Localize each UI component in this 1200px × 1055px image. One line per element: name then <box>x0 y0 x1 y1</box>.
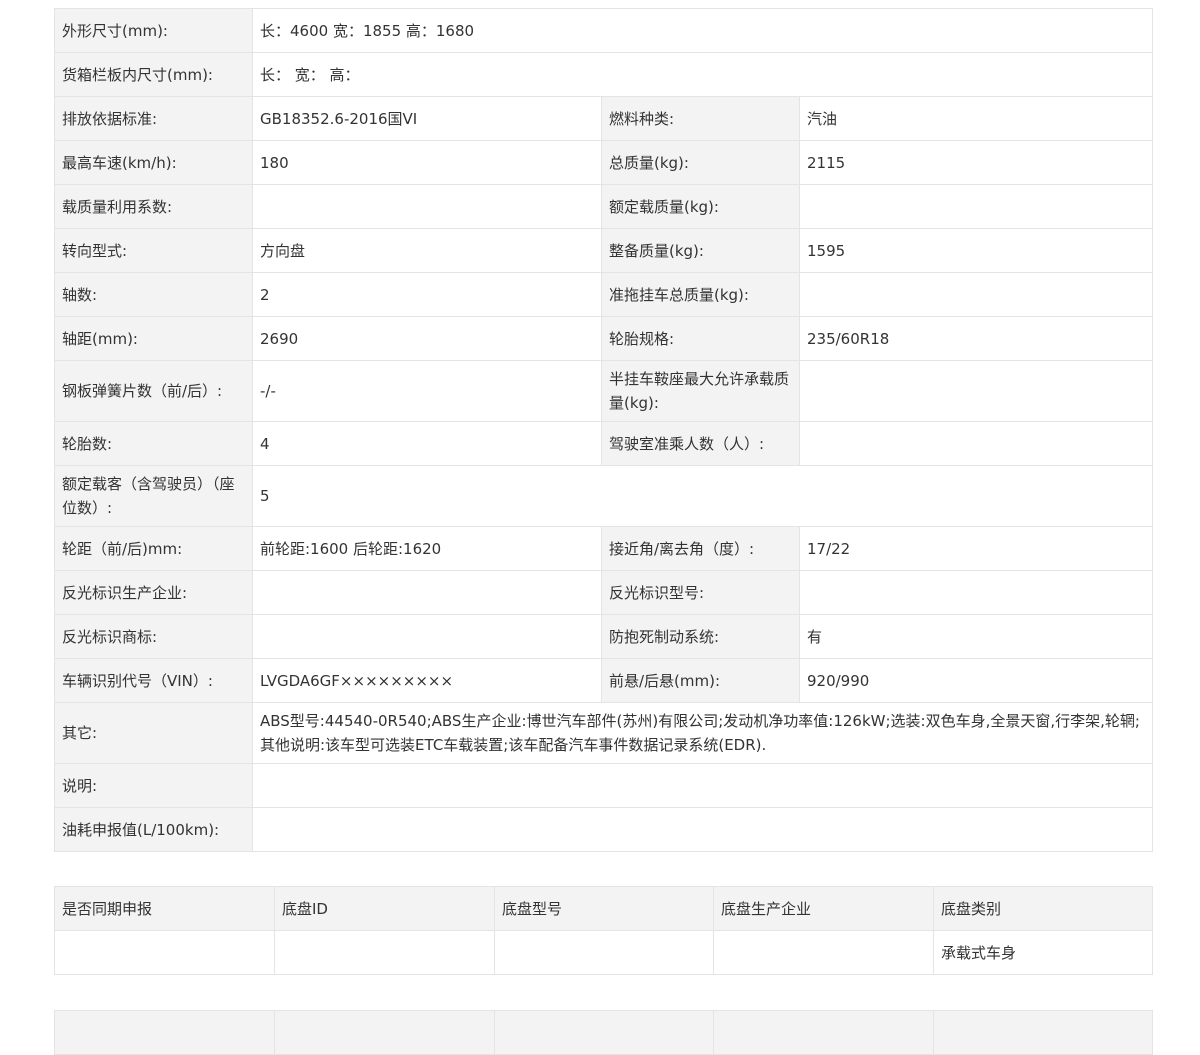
spec-value: 235/60R18 <box>798 316 1154 361</box>
table-cell <box>713 930 934 975</box>
spec-label: 载质量利用系数: <box>54 184 253 229</box>
table-row: 转向型式: 方向盘 整备质量(kg): 1595 <box>54 228 1154 273</box>
table-row: 货箱栏板内尺寸(mm): 长： 宽： 高： <box>54 52 1154 97</box>
spec-value: 2690 <box>252 316 602 361</box>
spec-label: 燃料种类: <box>601 96 800 141</box>
spec-label: 排放依据标准: <box>54 96 253 141</box>
spec-value <box>798 570 1154 615</box>
spec-value: ABS型号:44540-0R540;ABS生产企业:博世汽车部件(苏州)有限公司… <box>251 702 1154 764</box>
table-row: 反光标识商标: 防抱死制动系统: 有 <box>54 614 1154 659</box>
spec-label: 轴距(mm): <box>54 316 253 361</box>
spec-value: 180 <box>252 140 602 185</box>
spec-label: 最高车速(km/h): <box>54 140 253 185</box>
spec-value: 长： 宽： 高： <box>251 52 1154 97</box>
spec-label: 钢板弹簧片数（前/后）: <box>54 360 253 422</box>
table-row: 轴数: 2 准拖挂车总质量(kg): <box>54 272 1154 317</box>
spec-label: 接近角/离去角（度）: <box>601 526 800 571</box>
spec-label: 防抱死制动系统: <box>601 614 800 659</box>
table-row: 额定载客（含驾驶员）（座位数）: 5 <box>54 465 1154 527</box>
table-header-row <box>54 1010 1153 1055</box>
spec-value <box>252 570 602 615</box>
table-cell <box>274 930 495 975</box>
table-row: 反光标识生产企业: 反光标识型号: <box>54 570 1154 615</box>
spec-value: 4 <box>252 421 602 466</box>
spec-label: 轮距（前/后)mm: <box>54 526 253 571</box>
column-header <box>933 1010 1153 1055</box>
table-cell: 承载式车身 <box>933 930 1153 975</box>
table-row: 外形尺寸(mm): 长：4600 宽：1855 高：1680 <box>54 8 1154 53</box>
table-row: 其它: ABS型号:44540-0R540;ABS生产企业:博世汽车部件(苏州)… <box>54 702 1154 764</box>
spec-label: 车辆识别代号（VIN）: <box>54 658 253 703</box>
spec-value <box>251 807 1154 852</box>
spec-value <box>251 763 1154 808</box>
spec-value <box>798 421 1154 466</box>
spec-label: 其它: <box>54 702 253 764</box>
spec-label: 轮胎数: <box>54 421 253 466</box>
spec-value <box>798 360 1154 422</box>
spec-table: 外形尺寸(mm): 长：4600 宽：1855 高：1680 货箱栏板内尺寸(m… <box>54 8 1154 852</box>
spec-value <box>798 272 1154 317</box>
spec-value: 1595 <box>798 228 1154 273</box>
table-row: 轮距（前/后)mm: 前轮距:1600 后轮距:1620 接近角/离去角（度）:… <box>54 526 1154 571</box>
next-table-header <box>54 1010 1153 1055</box>
table-row: 排放依据标准: GB18352.6-2016国VI 燃料种类: 汽油 <box>54 96 1154 141</box>
column-header <box>494 1010 714 1055</box>
spec-value: 2115 <box>798 140 1154 185</box>
column-header: 底盘型号 <box>494 886 714 931</box>
table-row: 油耗申报值(L/100km): <box>54 807 1154 852</box>
spec-value <box>252 184 602 229</box>
spec-label: 反光标识生产企业: <box>54 570 253 615</box>
column-header <box>713 1010 934 1055</box>
column-header: 底盘类别 <box>933 886 1153 931</box>
table-row: 钢板弹簧片数（前/后）: -/- 半挂车鞍座最大允许承载质量(kg): <box>54 360 1154 422</box>
table-row: 承载式车身 <box>54 930 1153 975</box>
spec-label: 油耗申报值(L/100km): <box>54 807 253 852</box>
spec-label: 驾驶室准乘人数（人）: <box>601 421 800 466</box>
spec-value: 5 <box>251 465 1154 527</box>
spec-label: 轴数: <box>54 272 253 317</box>
table-cell <box>54 930 275 975</box>
column-header: 底盘ID <box>274 886 495 931</box>
spec-value <box>798 184 1154 229</box>
spec-value: 920/990 <box>798 658 1154 703</box>
table-cell <box>494 930 714 975</box>
spec-value: 长：4600 宽：1855 高：1680 <box>251 8 1154 53</box>
spec-value <box>252 614 602 659</box>
table-row: 轮胎数: 4 驾驶室准乘人数（人）: <box>54 421 1154 466</box>
spec-value: 方向盘 <box>252 228 602 273</box>
table-row: 最高车速(km/h): 180 总质量(kg): 2115 <box>54 140 1154 185</box>
spec-value: 有 <box>798 614 1154 659</box>
spec-value: 前轮距:1600 后轮距:1620 <box>252 526 602 571</box>
table-header-row: 是否同期申报 底盘ID 底盘型号 底盘生产企业 底盘类别 <box>54 886 1153 931</box>
spec-value: 2 <box>252 272 602 317</box>
table-row: 载质量利用系数: 额定载质量(kg): <box>54 184 1154 229</box>
spec-value: 17/22 <box>798 526 1154 571</box>
table-row: 车辆识别代号（VIN）: LVGDA6GF××××××××× 前悬/后悬(mm)… <box>54 658 1154 703</box>
spec-label: 整备质量(kg): <box>601 228 800 273</box>
table-row: 轴距(mm): 2690 轮胎规格: 235/60R18 <box>54 316 1154 361</box>
spec-label: 外形尺寸(mm): <box>54 8 253 53</box>
spec-value: GB18352.6-2016国VI <box>252 96 602 141</box>
column-header <box>54 1010 275 1055</box>
spec-label: 转向型式: <box>54 228 253 273</box>
spec-label: 前悬/后悬(mm): <box>601 658 800 703</box>
table-row: 说明: <box>54 763 1154 808</box>
spec-label: 反光标识型号: <box>601 570 800 615</box>
spec-label: 半挂车鞍座最大允许承载质量(kg): <box>601 360 800 422</box>
spec-value: LVGDA6GF××××××××× <box>252 658 602 703</box>
spec-label: 轮胎规格: <box>601 316 800 361</box>
spec-label: 说明: <box>54 763 253 808</box>
column-header: 是否同期申报 <box>54 886 275 931</box>
spec-value: -/- <box>252 360 602 422</box>
spec-label: 额定载客（含驾驶员）（座位数）: <box>54 465 253 527</box>
column-header <box>274 1010 495 1055</box>
spec-label: 货箱栏板内尺寸(mm): <box>54 52 253 97</box>
spec-label: 总质量(kg): <box>601 140 800 185</box>
spec-label: 准拖挂车总质量(kg): <box>601 272 800 317</box>
column-header: 底盘生产企业 <box>713 886 934 931</box>
spec-label: 额定载质量(kg): <box>601 184 800 229</box>
spec-label: 反光标识商标: <box>54 614 253 659</box>
spec-value: 汽油 <box>798 96 1154 141</box>
chassis-table: 是否同期申报 底盘ID 底盘型号 底盘生产企业 底盘类别 承载式车身 <box>54 886 1153 975</box>
